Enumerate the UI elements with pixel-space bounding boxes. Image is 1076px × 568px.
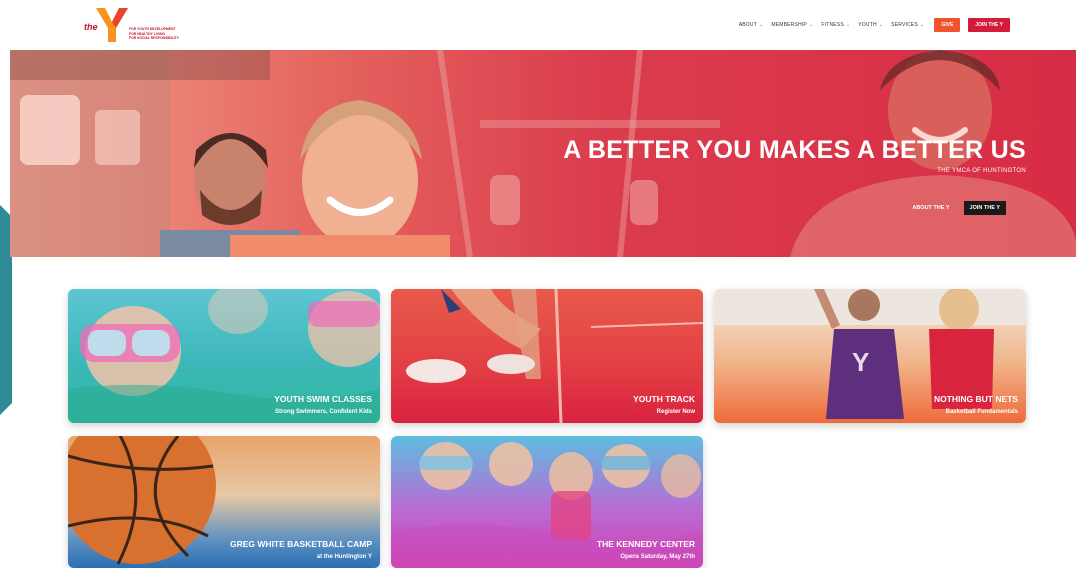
nav-item-services[interactable]: SERVICES ⌄ [891, 22, 924, 28]
svg-text:Y: Y [852, 347, 869, 377]
chevron-down-icon: ⌄ [845, 22, 851, 28]
card-title: GREG WHITE BASKETBALL CAMP [230, 539, 372, 549]
nav-item-about[interactable]: ABOUT ⌄ [739, 22, 764, 28]
card-greg-white-camp[interactable]: GREG WHITE BASKETBALL CAMP at the Huntin… [68, 436, 380, 568]
card-subtitle: Register Now [656, 409, 695, 415]
card-kennedy-center[interactable]: THE KENNEDY CENTER Opens Saturday, May 2… [391, 436, 703, 568]
card-title: YOUTH TRACK [633, 394, 695, 404]
give-button[interactable]: GIVE [934, 18, 961, 32]
nav-item-membership[interactable]: MEMBERSHIP ⌄ [771, 22, 813, 28]
card-youth-swim[interactable]: YOUTH SWIM CLASSES Strong Swimmers, Conf… [68, 289, 380, 423]
y-logo-icon [96, 8, 128, 42]
card-youth-track[interactable]: YOUTH TRACK Register Now [391, 289, 703, 423]
chevron-down-icon: ⌄ [808, 22, 814, 28]
card-subtitle: Opens Saturday, May 27th [620, 554, 695, 560]
hero-title: A BETTER YOU MAKES A BETTER US [563, 136, 1026, 164]
card-subtitle: Basketball Fundamentals [945, 409, 1018, 415]
chevron-down-icon: ⌄ [878, 22, 884, 28]
ymca-logo[interactable]: the FOR YOUTH DEVELOPMENT FOR HEALTHY LI… [84, 8, 194, 48]
card-title: THE KENNEDY CENTER [596, 539, 695, 549]
chevron-down-icon: ⌄ [758, 22, 764, 28]
main-nav: ABOUT ⌄ MEMBERSHIP ⌄ FITNESS ⌄ YOUTH ⌄ S… [739, 18, 1010, 32]
card-subtitle: Strong Swimmers, Confident Kids [274, 409, 372, 415]
join-button[interactable]: JOIN THE Y [968, 18, 1010, 32]
about-the-y-button[interactable]: ABOUT THE Y [910, 201, 951, 215]
hero-subtitle: THE YMCA OF HUNTINGTON [937, 168, 1026, 174]
card-title: NOTHING BUT NETS [933, 394, 1018, 404]
nav-item-fitness[interactable]: FITNESS ⌄ [821, 22, 850, 28]
logo-tagline: FOR YOUTH DEVELOPMENT FOR HEALTHY LIVING… [129, 27, 180, 41]
nav-item-youth[interactable]: YOUTH ⌄ [858, 22, 883, 28]
site-header: the FOR YOUTH DEVELOPMENT FOR HEALTHY LI… [0, 0, 1076, 50]
card-title: YOUTH SWIM CLASSES [274, 394, 372, 404]
card-subtitle: at the Huntington Y [316, 554, 372, 560]
hero-buttons: ABOUT THE Y JOIN THE Y [910, 201, 1006, 215]
card-nothing-but-nets[interactable]: Y NOTHING BUT NETS Basketball Fundamenta… [714, 289, 1026, 423]
chevron-down-icon: ⌄ [919, 22, 925, 28]
hero-banner: A BETTER YOU MAKES A BETTER US THE YMCA … [10, 50, 1076, 257]
join-the-y-button[interactable]: JOIN THE Y [963, 201, 1006, 215]
